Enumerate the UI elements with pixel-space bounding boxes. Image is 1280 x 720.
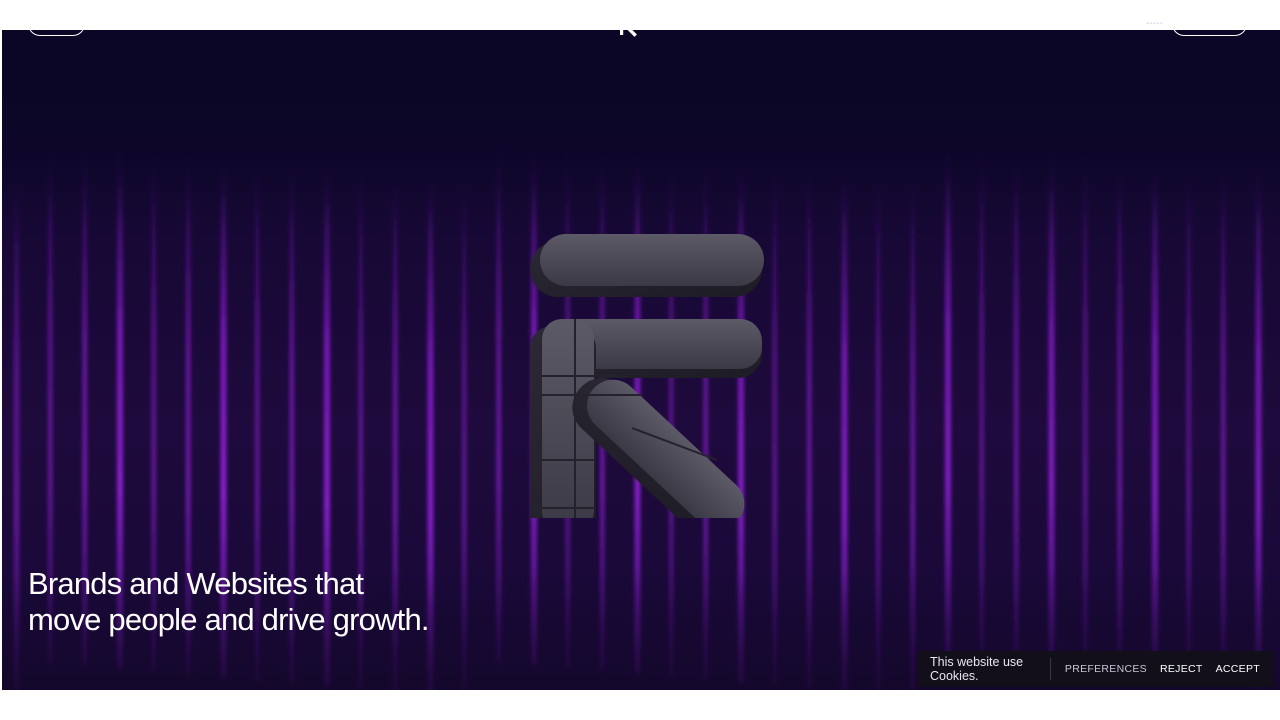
menu-button-label: MENU <box>39 18 74 30</box>
3d-arrow-logo-icon <box>530 234 764 518</box>
contact-button-label: CONTACT <box>1182 18 1237 30</box>
headline-line-1: Brands and Websites that <box>28 566 364 601</box>
accept-button[interactable]: ACCEPT <box>1216 663 1260 675</box>
headline-line-2: move people and drive growth. <box>28 602 430 637</box>
contact-button[interactable]: CONTACT <box>1172 12 1247 36</box>
menu-button[interactable]: MENU <box>28 12 85 36</box>
cookie-message: This website use Cookies. <box>930 655 1024 683</box>
cookie-banner: This website use Cookies. PREFERENCES RE… <box>918 651 1273 687</box>
brand-arrow-logo-icon[interactable] <box>619 13 637 37</box>
reject-button[interactable]: REJECT <box>1160 663 1203 675</box>
preferences-button[interactable]: PREFERENCES <box>1065 663 1147 675</box>
decorative-dash: ----- <box>1146 18 1163 29</box>
cookie-divider <box>1050 658 1051 680</box>
hero-headline: Brands and Websites that move people and… <box>28 566 430 638</box>
